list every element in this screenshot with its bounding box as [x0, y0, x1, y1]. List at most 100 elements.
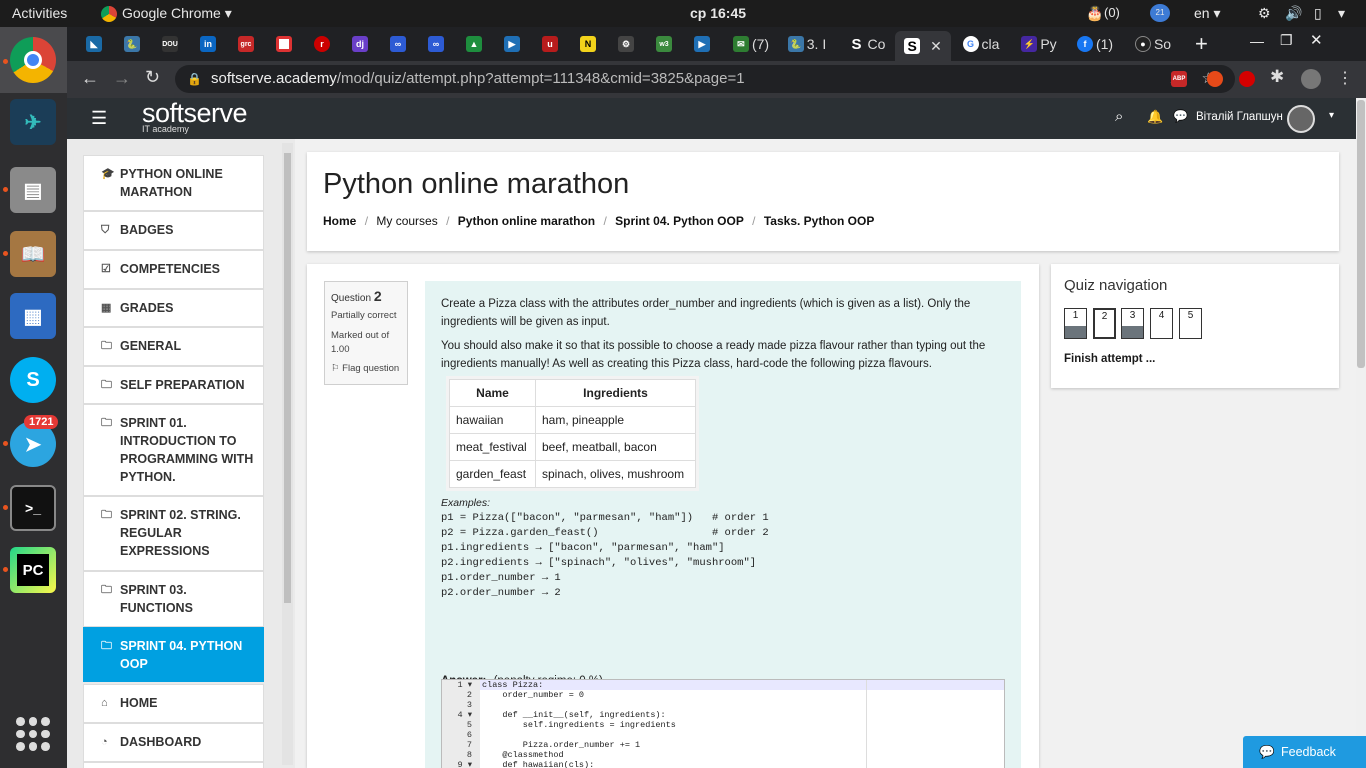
user-name[interactable]: Віталій Глапшун — [1196, 111, 1283, 123]
quiz-nav-button-2[interactable]: 2 — [1093, 308, 1116, 339]
nav-item-grades[interactable]: ▦ GRADES — [83, 289, 264, 327]
tab[interactable] — [269, 31, 299, 57]
language-indicator[interactable]: en ▾ — [1194, 5, 1221, 22]
tab[interactable]: ⚡ Py — [1015, 31, 1063, 57]
kite-icon[interactable]: ✈ — [10, 99, 56, 145]
page-scrollbar[interactable] — [1356, 98, 1366, 768]
tab[interactable]: ∞ — [421, 31, 451, 57]
nav-item-marathon[interactable]: 🎓 PYTHON ONLINE MARATHON — [83, 155, 264, 211]
tab[interactable]: r — [307, 31, 337, 57]
bell-icon[interactable]: 🔔 — [1147, 109, 1163, 125]
nav-item-sprint-03[interactable]: 🗀 SPRINT 03. FUNCTIONS — [83, 571, 264, 627]
tab[interactable]: in — [193, 31, 223, 57]
battery-icon[interactable]: ▯ — [1314, 5, 1322, 22]
code-editor[interactable]: 1 ▾ 2 3 4 ▾ 5 6 7 8 9 ▾ class Pizza: ord… — [441, 679, 1005, 768]
tab[interactable]: DOU — [155, 31, 185, 57]
lock-icon[interactable]: 🔒 — [187, 65, 202, 93]
nav-item-sprint-01[interactable]: 🗀 SPRINT 01. INTRODUCTION TO PROGRAMMING … — [83, 404, 264, 496]
crumb-course[interactable]: Python online marathon — [458, 214, 595, 228]
profile-avatar[interactable] — [1301, 69, 1321, 89]
tab[interactable]: N — [573, 31, 603, 57]
terminal-icon[interactable]: >_ — [10, 485, 56, 531]
tab[interactable]: ∞ — [383, 31, 413, 57]
crumb-sprint[interactable]: Sprint 04. Python OOP — [615, 214, 744, 228]
volume-icon[interactable]: 🔊 — [1285, 5, 1302, 22]
crumb-home[interactable]: Home — [323, 214, 356, 228]
reload-button[interactable]: ↻ — [145, 67, 160, 88]
tab[interactable]: 🐍 — [117, 31, 147, 57]
crumb-tasks[interactable]: Tasks. Python OOP — [764, 214, 874, 228]
finish-attempt-link[interactable]: Finish attempt ... — [1064, 353, 1155, 365]
nav-item-general[interactable]: 🗀 GENERAL — [83, 327, 264, 366]
quiz-nav-button-4[interactable]: 4 — [1150, 308, 1173, 339]
tab[interactable]: u — [535, 31, 565, 57]
chrome-dock-icon[interactable] — [10, 37, 56, 83]
hamburger-icon[interactable]: ☰ — [91, 108, 107, 129]
quiz-nav-button-5[interactable]: 5 — [1179, 308, 1202, 339]
tab[interactable]: ✉ (7) — [725, 31, 777, 57]
tab[interactable]: ▶ — [687, 31, 717, 57]
crumb-my-courses[interactable]: My courses — [376, 214, 437, 228]
close-tab-icon[interactable]: ✕ — [930, 38, 942, 55]
pycharm-icon[interactable]: PC — [10, 547, 56, 593]
tab[interactable]: w3 — [649, 31, 679, 57]
tab[interactable]: dj — [345, 31, 375, 57]
tab[interactable]: ▲ — [459, 31, 489, 57]
clock[interactable]: ср 16:45 — [690, 5, 746, 21]
tab[interactable]: S Co — [843, 31, 891, 57]
nav-item-dashboard[interactable]: ◔ DASHBOARD — [83, 723, 264, 762]
update-badge[interactable]: 21 — [1150, 4, 1170, 22]
quiz-nav-button-1[interactable]: 1 — [1064, 308, 1087, 339]
tab[interactable]: ⚙ — [611, 31, 641, 57]
app-menu[interactable]: Google Chrome ▾ — [122, 5, 232, 22]
tab-active[interactable]: S ✕ — [895, 31, 951, 61]
crumb-separator: / — [603, 214, 607, 228]
flag-question[interactable]: ⚐ Flag question — [331, 363, 401, 374]
forward-button[interactable]: → — [113, 68, 131, 89]
nav-item-badges[interactable]: ⛉ BADGES — [83, 211, 264, 250]
chevron-down-icon[interactable]: ▾ — [1329, 110, 1334, 121]
tab[interactable]: 🐍 3. I — [783, 31, 831, 57]
chat-icon[interactable]: 💬 — [1173, 109, 1188, 123]
tab[interactable]: grc — [231, 31, 261, 57]
tab[interactable]: Gcla — [957, 31, 1005, 57]
address-bar[interactable]: 🔒 softserve.academy/mod/quiz/attempt.php… — [175, 65, 1235, 93]
search-icon[interactable]: ⌕ — [1115, 108, 1123, 125]
writer-icon[interactable]: ▦ — [10, 293, 56, 339]
book-icon[interactable]: 📖 — [10, 231, 56, 277]
nav-item-competencies[interactable]: ☑ COMPETENCIES — [83, 250, 264, 289]
close-window-button[interactable]: ✕ — [1310, 31, 1323, 49]
adblock-icon[interactable]: ABP — [1171, 71, 1187, 87]
skype-icon[interactable]: S — [10, 357, 56, 403]
nav-item-sprint-04[interactable]: 🗀 SPRINT 04. PYTHON OOP — [83, 627, 264, 682]
nav-item-partial[interactable] — [83, 762, 264, 768]
puzzle-icon[interactable]: ✱ — [1270, 67, 1284, 87]
back-button[interactable]: ← — [81, 68, 99, 89]
tab[interactable]: f (1) — [1071, 31, 1119, 57]
tab[interactable]: ▶ — [497, 31, 527, 57]
activities-button[interactable]: Activities — [12, 5, 67, 21]
nav-scrollbar[interactable] — [282, 143, 293, 765]
quiz-nav-button-3[interactable]: 3 — [1121, 308, 1144, 339]
menu-kebab-icon[interactable]: ⋮ — [1337, 68, 1353, 88]
extension-icon[interactable] — [1207, 71, 1223, 87]
minimize-button[interactable]: — — [1250, 33, 1264, 49]
tab[interactable]: ◣ — [79, 31, 109, 57]
extension-icon[interactable] — [1239, 71, 1255, 87]
scrollbar-thumb[interactable] — [1357, 100, 1365, 368]
network-icon[interactable]: ⚙ — [1258, 5, 1271, 22]
nav-item-sprint-02[interactable]: 🗀 SPRINT 02. STRING. REGULAR EXPRESSIONS — [83, 496, 264, 571]
files-icon[interactable]: ▤ — [10, 167, 56, 213]
tab[interactable]: ● So — [1129, 31, 1177, 57]
user-avatar[interactable] — [1287, 105, 1315, 133]
code-content[interactable]: class Pizza: order_number = 0 def __init… — [482, 680, 676, 768]
nav-item-home[interactable]: ⌂ HOME — [83, 684, 264, 723]
nav-scrollbar-thumb[interactable] — [284, 153, 291, 603]
new-tab-button[interactable]: + — [1195, 31, 1208, 57]
cake-icon[interactable]: 🎂 — [1086, 5, 1103, 22]
maximize-button[interactable]: ❐ — [1280, 32, 1293, 49]
system-menu-icon[interactable]: ▾ — [1338, 5, 1345, 22]
feedback-button[interactable]: 💬 Feedback — [1243, 736, 1366, 768]
nav-item-self-preparation[interactable]: 🗀 SELF PREPARATION — [83, 366, 264, 404]
show-apps-icon[interactable] — [16, 717, 50, 751]
